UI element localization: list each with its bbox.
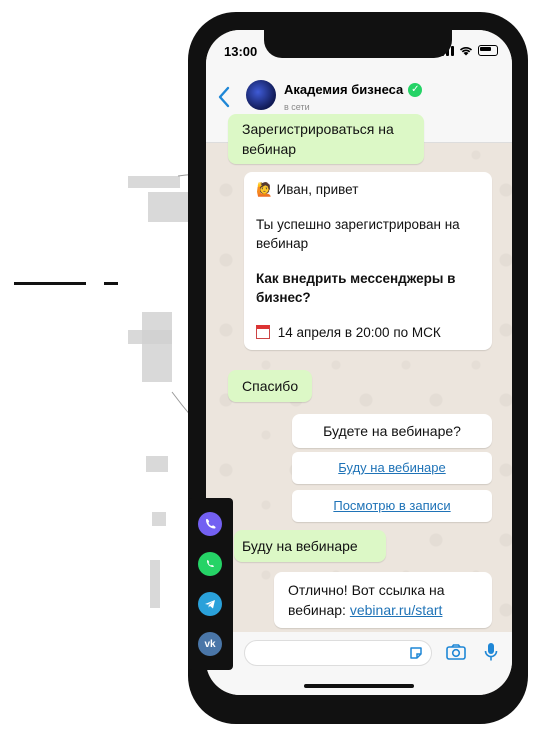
message-text: Спасибо	[242, 378, 299, 394]
outgoing-message: Зарегистрироваться на вебинар	[228, 114, 424, 164]
watch-recording-button[interactable]: Посмотрю в записи	[292, 490, 492, 522]
message-text: Зарегистрироваться на вебинар	[242, 121, 394, 157]
verified-check-icon: ✓	[408, 82, 423, 97]
telegram-icon[interactable]	[198, 592, 222, 616]
avatar[interactable]	[246, 80, 276, 110]
message-text: Буду на вебинаре	[242, 538, 358, 554]
chat-screen: 13:00 Академия бизнеса ✓ в сети Зарегист…	[206, 30, 512, 695]
home-indicator	[304, 684, 414, 688]
question-text: Будете на вебинаре?	[323, 423, 461, 439]
button-label: Посмотрю в записи	[333, 498, 451, 513]
decor-shape	[148, 192, 188, 222]
status-time: 13:00	[224, 44, 258, 59]
decor-shape	[128, 176, 180, 188]
greeting-line: 🙋 Иван, привет	[256, 180, 480, 199]
webinar-link[interactable]: vebinar.ru/start	[350, 602, 443, 618]
chat-title-row[interactable]: Академия бизнеса ✓	[284, 82, 423, 97]
outgoing-message: Буду на вебинаре	[234, 530, 386, 562]
chat-title: Академия бизнеса	[284, 82, 404, 97]
greeting-text: Иван, привет	[276, 182, 359, 197]
calendar-icon	[256, 325, 270, 339]
webinar-date-line: 14 апреля в 20:00 по МСК	[256, 323, 480, 342]
incoming-message: 🙋 Иван, привет Ты успешно зарегистрирова…	[244, 172, 492, 350]
chat-status: в сети	[284, 102, 310, 112]
incoming-message: Будете на вебинаре?	[292, 414, 492, 448]
outgoing-message: Спасибо	[228, 370, 312, 402]
battery-icon	[478, 45, 498, 56]
microphone-icon[interactable]	[484, 642, 498, 662]
whatsapp-icon[interactable]	[198, 552, 222, 576]
decor-shape	[146, 456, 168, 472]
messenger-bar: vk	[188, 498, 233, 670]
viber-icon[interactable]	[198, 512, 222, 536]
incoming-message: Отлично! Вот ссылка на вебинар: vebinar.…	[274, 572, 492, 628]
vk-icon[interactable]: vk	[198, 632, 222, 656]
attend-webinar-button[interactable]: Буду на вебинаре	[292, 452, 492, 484]
sticker-icon[interactable]	[409, 646, 423, 660]
decor-shape	[152, 512, 166, 526]
message-input[interactable]	[244, 640, 432, 666]
button-label: Буду на вебинаре	[338, 460, 446, 475]
confirmation-text: Ты успешно зарегистрирован на вебинар	[256, 217, 460, 251]
decor-dash	[104, 282, 118, 285]
waving-hand-icon: 🙋	[256, 182, 273, 197]
promo-stage: 13:00 Академия бизнеса ✓ в сети Зарегист…	[0, 0, 548, 731]
decor-shape	[150, 560, 160, 608]
webinar-date: 14 апреля в 20:00 по МСК	[277, 325, 441, 340]
chevron-left-icon[interactable]	[214, 84, 236, 110]
camera-icon[interactable]	[446, 644, 466, 660]
wifi-icon	[459, 46, 473, 55]
decor-dash	[14, 282, 86, 285]
webinar-title: Как внедрить мессенджеры в бизнес?	[256, 271, 456, 305]
decor-shape	[142, 312, 172, 382]
phone-notch	[264, 30, 452, 58]
